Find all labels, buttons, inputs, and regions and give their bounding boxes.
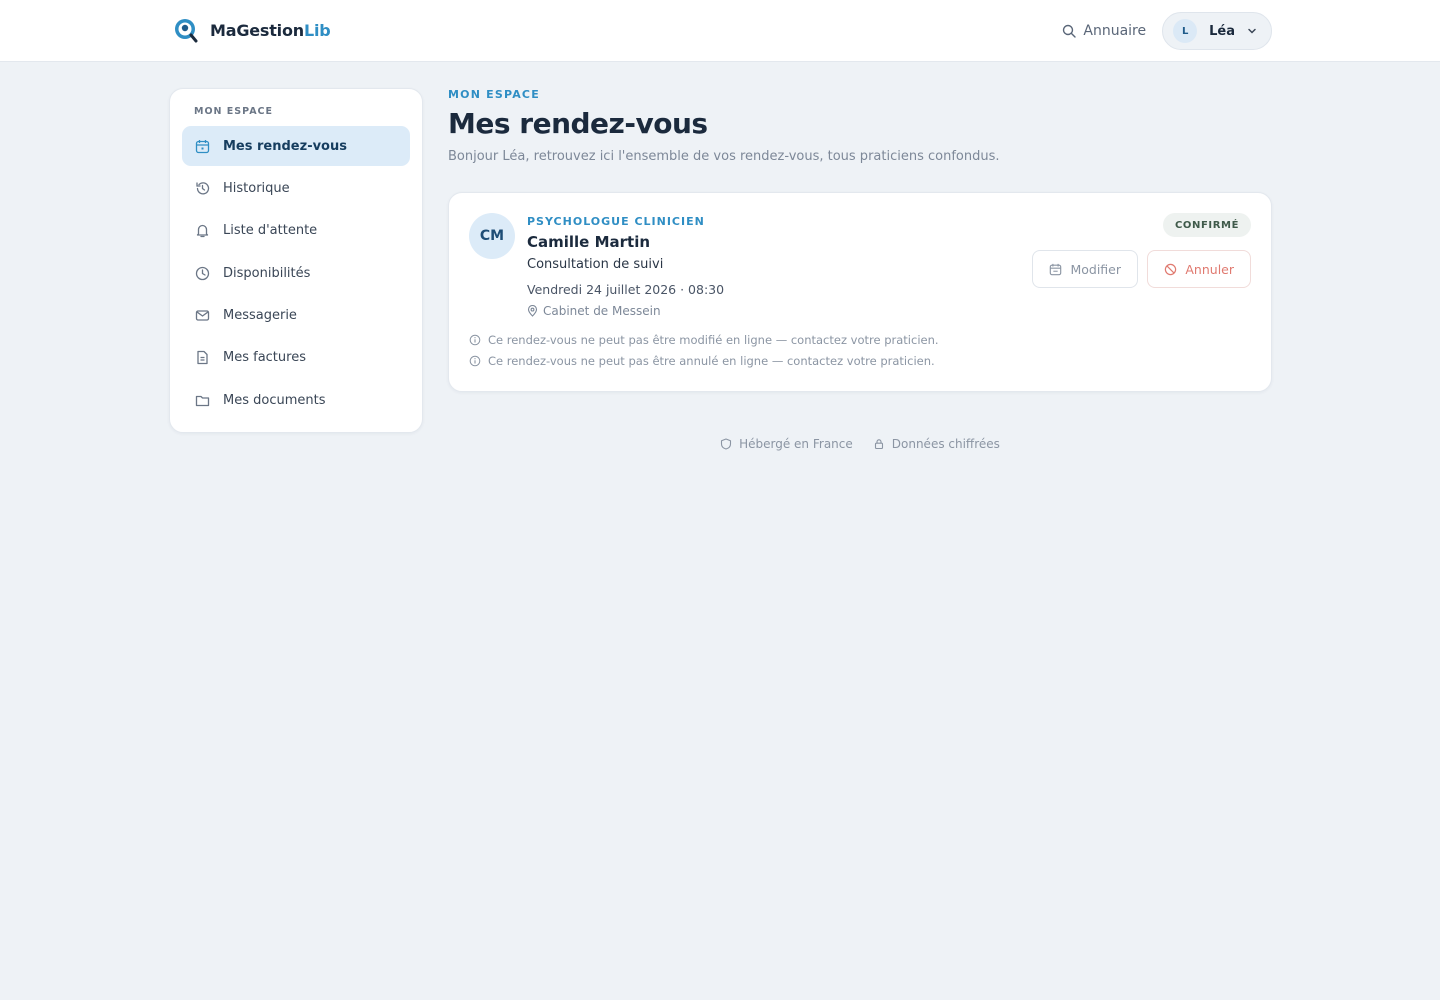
search-icon — [1063, 24, 1077, 38]
trust-encrypted: Données chiffrées — [873, 437, 1000, 451]
note-text: Ce rendez-vous ne peut pas être annulé e… — [488, 354, 935, 368]
sidebar-item-label: Messagerie — [223, 308, 297, 324]
sidebar-item-availability[interactable]: Disponibilités — [182, 253, 410, 293]
calendar-icon — [195, 139, 210, 153]
appointment-datetime: Vendredi 24 juillet 2026 · 08:30 — [527, 282, 725, 297]
lock-icon — [874, 439, 883, 450]
note-item: Ce rendez-vous ne peut pas être modifié … — [469, 333, 939, 347]
location-pin-icon — [527, 305, 538, 317]
practitioner-avatar: CM — [469, 213, 515, 259]
sidebar-item-appointments[interactable]: Mes rendez-vous — [182, 126, 410, 166]
appointment-notes: Ce rendez-vous ne peut pas être modifié … — [469, 333, 939, 375]
user-avatar: L — [1173, 19, 1198, 43]
top-bar: MaGestionLib Annuaire L Léa — [0, 0, 1440, 62]
history-icon — [196, 182, 210, 195]
sidebar-item-label: Mes factures — [223, 350, 306, 366]
trust-hosted-label: Hébergé en France — [739, 437, 853, 451]
appointment-location: Cabinet de Messein — [527, 304, 724, 318]
calendar-icon — [1050, 263, 1062, 275]
trust-encrypted-label: Données chiffrées — [891, 437, 1000, 451]
note-text: Ce rendez-vous ne peut pas être modifié … — [488, 333, 939, 347]
info-icon — [469, 334, 481, 346]
mail-icon — [195, 310, 210, 321]
sidebar-item-label: Disponibilités — [223, 265, 311, 281]
modify-button[interactable]: Modifier — [1032, 250, 1138, 288]
sidebar-item-label: Mes documents — [223, 392, 326, 408]
appointment-reason: Consultation de suivi — [527, 257, 664, 272]
sidebar: MON ESPACE Mes rendez-vous Historique Li… — [169, 88, 423, 433]
sidebar-title: MON ESPACE — [194, 106, 274, 117]
folder-icon — [195, 395, 210, 406]
sidebar-item-documents[interactable]: Mes documents — [182, 380, 410, 420]
cancel-button-label: Annuler — [1185, 261, 1234, 277]
note-item: Ce rendez-vous ne peut pas être annulé e… — [469, 354, 939, 368]
user-menu-button[interactable]: L Léa — [1162, 12, 1272, 50]
appointment-card: CM PSYCHOLOGUE CLINICIEN Camille Martin … — [448, 192, 1272, 392]
user-name: Léa — [1209, 23, 1235, 39]
directory-label: Annuaire — [1083, 23, 1147, 39]
location-label: Cabinet de Messein — [543, 304, 661, 318]
logo-icon — [175, 19, 198, 43]
brand-name: MaGestionLib — [210, 20, 331, 40]
sidebar-item-label: Liste d'attente — [223, 223, 318, 239]
brand[interactable]: MaGestionLib — [172, 17, 331, 43]
sidebar-item-history[interactable]: Historique — [182, 168, 410, 208]
sidebar-item-label: Historique — [223, 180, 290, 196]
invoice-icon — [197, 351, 208, 365]
info-icon — [469, 355, 481, 367]
modify-button-label: Modifier — [1070, 261, 1121, 277]
sidebar-item-waitlist[interactable]: Liste d'attente — [182, 211, 410, 251]
practitioner-name: Camille Martin — [527, 233, 651, 251]
cancel-button[interactable]: Annuler — [1147, 250, 1251, 288]
practitioner-specialty: PSYCHOLOGUE CLINICIEN — [527, 215, 705, 228]
ban-icon — [1165, 263, 1177, 275]
directory-link[interactable]: Annuaire — [1062, 23, 1146, 39]
shield-icon — [721, 438, 732, 450]
main-content: MON ESPACE Mes rendez-vous Bonjour Léa, … — [448, 88, 1272, 392]
page-subtitle: Bonjour Léa, retrouvez ici l'ensemble de… — [448, 149, 1000, 164]
appointment-info: PSYCHOLOGUE CLINICIEN Camille Martin Con… — [527, 215, 724, 318]
section-eyebrow: MON ESPACE — [448, 88, 540, 101]
status-badge: CONFIRMÉ — [1162, 213, 1251, 237]
chevron-down-icon — [1248, 28, 1256, 34]
page-title: Mes rendez-vous — [448, 107, 708, 140]
sidebar-item-invoices[interactable]: Mes factures — [182, 338, 410, 378]
sidebar-item-messages[interactable]: Messagerie — [182, 296, 410, 336]
clock-icon — [195, 266, 210, 280]
trust-hosted: Hébergé en France — [720, 437, 853, 451]
trust-footer: Hébergé en France Données chiffrées — [448, 437, 1272, 451]
sidebar-item-label: Mes rendez-vous — [223, 138, 347, 154]
bell-icon — [196, 225, 209, 238]
